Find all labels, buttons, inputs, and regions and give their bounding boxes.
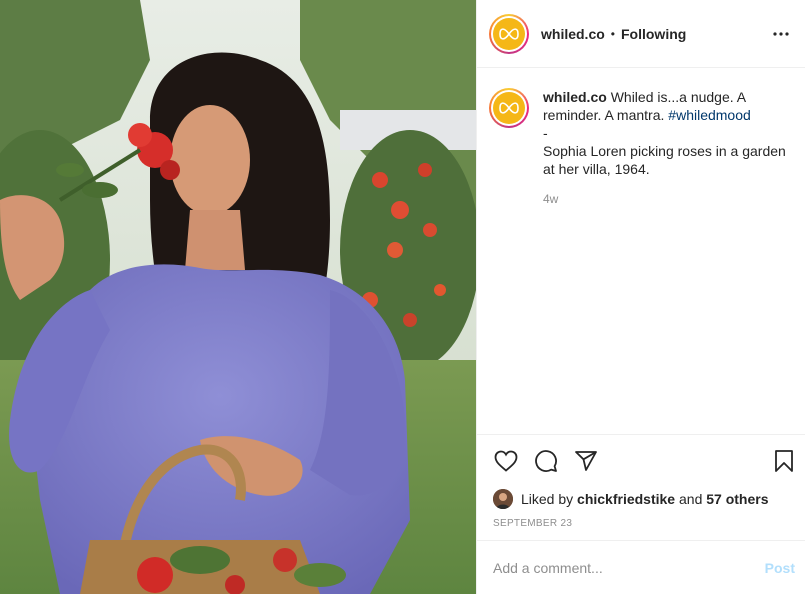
instagram-post: whiled.co • Following whiled.co Whiled i… xyxy=(0,0,805,594)
post-header: whiled.co • Following xyxy=(477,0,805,68)
more-options-icon xyxy=(773,31,789,36)
post-panel: whiled.co • Following whiled.co Whiled i… xyxy=(476,0,805,594)
hashtag-link[interactable]: #whiledmood xyxy=(668,107,751,123)
account-avatar[interactable] xyxy=(489,13,529,54)
like-button[interactable] xyxy=(493,448,519,474)
caption-section: whiled.co Whiled is...a nudge. A reminde… xyxy=(477,68,805,434)
liked-by-prefix: Liked by xyxy=(521,491,574,507)
paper-plane-icon xyxy=(575,450,597,471)
post-age[interactable]: 4w xyxy=(543,190,789,208)
post-image xyxy=(0,0,476,594)
share-button[interactable] xyxy=(573,448,599,474)
post-photo[interactable] xyxy=(0,0,476,594)
bookmark-icon xyxy=(775,449,793,472)
comment-button[interactable] xyxy=(533,448,559,474)
likes-others-link[interactable]: 57 others xyxy=(706,491,768,507)
account-username[interactable]: whiled.co xyxy=(541,26,605,42)
liker-avatar-image xyxy=(493,489,513,509)
comment-bubble-icon xyxy=(535,449,557,472)
liker-avatar[interactable] xyxy=(493,489,513,509)
comment-input[interactable] xyxy=(493,559,765,576)
action-bar xyxy=(477,434,805,486)
caption-text-part2: Sophia Loren picking roses in a garden a… xyxy=(543,143,786,177)
post-comment-button[interactable]: Post xyxy=(765,560,795,576)
caption-username[interactable]: whiled.co xyxy=(543,89,607,105)
save-button[interactable] xyxy=(771,448,797,474)
separator-dot: • xyxy=(610,26,615,41)
heart-icon xyxy=(494,450,518,472)
comment-form: Post xyxy=(477,540,805,594)
likes-and: and xyxy=(679,491,703,507)
caption-text: whiled.co Whiled is...a nudge. A reminde… xyxy=(543,88,789,434)
bow-logo-icon xyxy=(499,27,519,40)
bow-logo-icon xyxy=(499,102,519,114)
caption-avatar[interactable] xyxy=(489,88,529,128)
caption-dash: - xyxy=(543,125,548,141)
following-button[interactable]: Following xyxy=(621,26,686,42)
post-date[interactable]: September 23 xyxy=(477,512,805,540)
liker-username[interactable]: chickfriedstike xyxy=(577,491,675,507)
likes-summary: Liked by chickfriedstike and 57 others xyxy=(477,486,805,512)
more-options-button[interactable] xyxy=(769,22,793,46)
